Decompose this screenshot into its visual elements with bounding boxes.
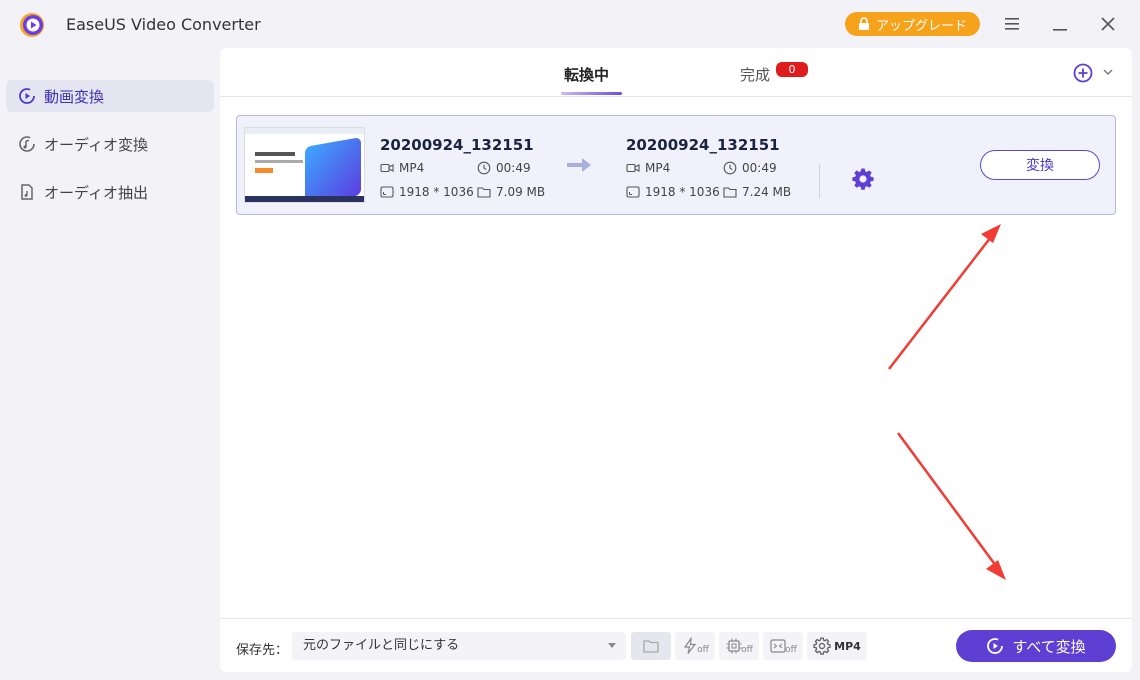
folder-icon [643,640,659,653]
convert-icon [987,638,1004,654]
chevron-down-icon[interactable] [1101,65,1115,79]
main-panel: 転換中 完成 0 20200924_132151 MP4 00:49 1918 … [220,48,1132,672]
resolution-icon [626,186,640,198]
convert-all-label: すべて変換 [1012,637,1086,656]
source-resolution: 1918 * 1036 [380,185,474,199]
hamburger-menu-icon [1005,18,1019,30]
save-location-select[interactable]: 元のファイルと同じにする [292,632,626,660]
add-file-icon[interactable] [1072,62,1094,84]
audio-extract-icon [21,184,33,200]
bottom-bar: 保存先： 元のファイルと同じにする off off off MP4 すべて変換 [220,618,1132,672]
folder-icon [723,187,737,198]
lock-icon [858,17,869,30]
clock-icon [477,161,491,175]
convert-all-button[interactable]: すべて変換 [956,630,1116,662]
clock-icon [723,161,737,175]
upgrade-button[interactable]: アップグレード [845,12,980,36]
hardware-off-label: off [741,645,753,655]
close-icon [1101,17,1115,31]
title-bar: EaseUS Video Converter アップグレード [0,0,1140,48]
source-size: 7.09 MB [477,185,545,199]
file-card[interactable]: 20200924_132151 MP4 00:49 1918 * 1036 7.… [236,115,1116,215]
sidebar: 動画変換 オーディオ変換 オーディオ抽出 [0,48,220,680]
minimize-icon [1053,29,1067,31]
upgrade-label: アップグレード [875,18,967,34]
video-thumbnail [244,127,365,203]
merge-toggle[interactable]: off [763,632,803,660]
tab-bar: 転換中 完成 0 [220,48,1132,97]
video-camera-icon [380,163,394,173]
open-folder-button[interactable] [631,632,671,660]
sidebar-item-label: 動画変換 [44,87,105,106]
hardware-encoding-toggle[interactable]: off [719,632,759,660]
sidebar-item-audio-convert[interactable]: オーディオ変換 [6,128,214,160]
card-divider [819,164,820,198]
app-title: EaseUS Video Converter [66,15,261,34]
menu-button[interactable] [1000,12,1024,36]
active-tab-indicator [561,92,622,95]
video-convert-icon [19,88,35,104]
gpu-off-label: off [697,645,709,655]
close-button[interactable] [1096,12,1120,36]
merge-off-label: off [785,645,797,655]
convert-button[interactable]: 変換 [980,150,1100,180]
completed-count-badge: 0 [776,62,808,77]
gpu-acceleration-toggle[interactable]: off [675,632,715,660]
folder-icon [477,187,491,198]
output-file-name: 20200924_132151 [626,136,780,154]
save-location-value: 元のファイルと同じにする [303,638,460,653]
sidebar-item-label: オーディオ抽出 [44,183,148,202]
output-format: MP4 [626,161,670,175]
output-format-button[interactable]: MP4 [807,632,867,660]
minimize-button[interactable] [1048,12,1072,36]
dropdown-caret-icon [608,643,616,648]
source-format: MP4 [380,161,424,175]
output-size: 7.24 MB [723,185,791,199]
sidebar-item-audio-extract[interactable]: オーディオ抽出 [6,176,214,208]
source-file-name: 20200924_132151 [380,136,534,154]
app-logo-icon [20,13,44,37]
audio-convert-icon [19,136,35,152]
output-resolution: 1918 * 1036 [626,185,720,199]
tab-completed[interactable]: 完成 [740,64,770,85]
arrow-right-icon [567,158,591,172]
source-duration: 00:49 [477,161,531,175]
save-location-label: 保存先： [236,643,289,658]
output-duration: 00:49 [723,161,777,175]
sidebar-item-label: オーディオ変換 [44,135,148,154]
settings-gear-icon[interactable] [851,167,875,191]
output-format-label: MP4 [834,639,861,653]
tab-converting[interactable]: 転換中 [564,64,609,85]
resolution-icon [380,186,394,198]
video-camera-icon [626,163,640,173]
gear-icon [813,637,831,655]
sidebar-item-video-convert[interactable]: 動画変換 [6,80,214,112]
